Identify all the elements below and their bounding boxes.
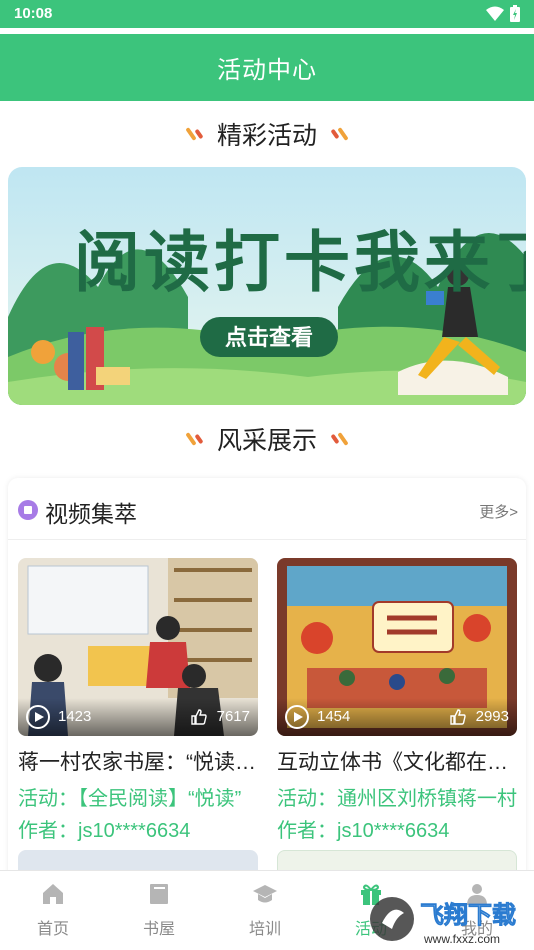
banner-view-button[interactable]: 点击查看 [225, 325, 313, 350]
video-thumbnail[interactable]: 1454 2993 [277, 558, 517, 736]
more-videos-link[interactable]: 更多> [479, 501, 518, 522]
video-camera-icon [18, 500, 38, 520]
video-title[interactable]: 互动立体书《文化都在节日里》 [277, 746, 517, 776]
nav-label: 培训 [248, 921, 281, 938]
site-watermark-logo: 飞翔下载 www.fxxz.com [370, 897, 516, 946]
featured-section-title: 精彩活动 [216, 122, 317, 150]
status-time: 10:08 [14, 5, 53, 22]
wifi-icon [486, 6, 504, 21]
page-title: 活动中心 [217, 57, 317, 84]
nav-label: 书屋 [142, 921, 175, 938]
play-count: 1423 [58, 708, 92, 725]
play-count: 1454 [317, 708, 351, 725]
thumbs-up-icon[interactable] [449, 708, 467, 726]
thumbs-up-icon[interactable] [190, 708, 208, 726]
featured-section-heading: 精彩活动 [0, 116, 534, 152]
battery-icon [510, 5, 520, 22]
nav-item-training[interactable]: 培训 [212, 871, 318, 950]
video-author: 作者：js10****6634 [277, 820, 450, 842]
video-activity: 活动：【全民阅读】“悦读” [18, 788, 242, 810]
book-icon [150, 884, 168, 904]
status-bar: 10:08 [0, 0, 534, 28]
video-card-header: 视频集萃 更多> [8, 478, 526, 540]
video-title[interactable]: 蒋一村农家书屋：“悦读”农家书屋 [18, 746, 258, 776]
nav-item-home[interactable]: 首页 [0, 871, 106, 950]
video-activity: 活动：通州区刘桥镇蒋一村 [277, 788, 517, 810]
watermark-brand: 飞翔下载 [420, 901, 516, 929]
nav-label: 首页 [36, 921, 69, 938]
play-icon[interactable] [26, 705, 50, 729]
decoration-strokes-icon [185, 432, 204, 446]
decoration-strokes-icon [330, 432, 349, 446]
watermark-url: www.fxxz.com [423, 932, 500, 946]
like-count: 2993 [475, 708, 509, 725]
app-header: 活动中心 [0, 34, 534, 101]
banner-headline: 阅读打卡我来了 [74, 225, 526, 299]
video-author: 作者：js10****6634 [18, 820, 191, 842]
video-card-title: 视频集萃 [45, 501, 137, 527]
reading-checkin-banner[interactable]: 阅读打卡我来了 点击查看 [8, 167, 526, 405]
banner-illustration: 阅读打卡我来了 点击查看 [8, 167, 526, 405]
showcase-section-title: 风采展示 [216, 427, 317, 455]
decoration-strokes-icon [185, 127, 204, 141]
nav-item-bookhouse[interactable]: 书屋 [106, 871, 212, 950]
decoration-strokes-icon [330, 127, 349, 141]
status-icons [486, 5, 520, 22]
play-icon[interactable] [285, 705, 309, 729]
home-icon [43, 884, 63, 904]
video-collection-card: 视频集萃 更多> 1423 7617 蒋一村农家书屋：“悦读” 活动：【全民阅读… [8, 478, 526, 898]
graduation-cap-icon [253, 885, 277, 903]
showcase-section-heading: 风采展示 [0, 421, 534, 457]
video-thumbnail[interactable]: 1423 7617 [18, 558, 258, 736]
like-count: 7617 [216, 708, 250, 725]
